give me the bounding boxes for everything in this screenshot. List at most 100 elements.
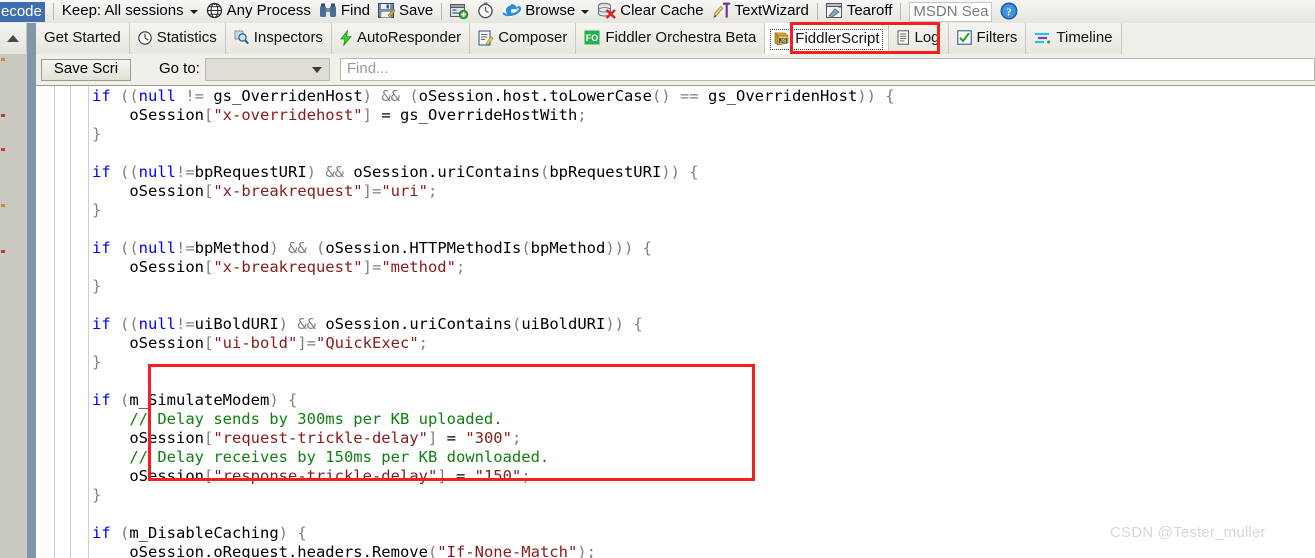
code-token: "x-breakrequest" xyxy=(213,182,363,200)
script-editor[interactable]: if ((null != gs_OverridenHost) && (oSess… xyxy=(36,85,1315,558)
code-line: } xyxy=(90,486,1315,505)
code-token: if xyxy=(92,239,111,257)
code-token: oSession xyxy=(92,467,204,485)
editor-gutter-bookmarks[interactable] xyxy=(36,86,55,558)
chevron-down-icon xyxy=(311,66,322,73)
toolbar-save-button[interactable]: Save xyxy=(374,0,437,23)
code-token: "request-trickle-delay" xyxy=(213,429,428,447)
toolbar-textwizard-button[interactable]: TextWizard xyxy=(708,0,813,23)
save-disk-icon xyxy=(378,2,396,19)
left-rail-collapse-button[interactable] xyxy=(0,23,27,54)
toolbar-timer-button[interactable] xyxy=(473,0,498,23)
find-input[interactable]: Find... xyxy=(339,58,1315,81)
code-token: != xyxy=(176,163,195,181)
code-token: (( xyxy=(110,87,139,105)
code-token: oSession.uriContains xyxy=(344,163,540,181)
code-token: (( xyxy=(110,239,139,257)
code-token: if xyxy=(92,391,111,409)
toolbar-browse-button[interactable]: Browse xyxy=(498,0,593,23)
tab-fiddler-orchestra[interactable]: FO Fiddler Orchestra Beta xyxy=(576,23,766,54)
any-process-label: Any Process xyxy=(226,2,311,19)
toolbar-msdn-search[interactable]: MSDN Sea xyxy=(905,0,996,23)
code-token: ; xyxy=(577,106,587,124)
tab-autoresponder[interactable]: AutoResponder xyxy=(331,23,471,54)
code-line: if ((null!=bpMethod) && (oSession.HTTPMe… xyxy=(90,239,1315,258)
code-token: gs_OverridenHost xyxy=(698,87,858,105)
tab-timeline[interactable]: Timeline xyxy=(1026,23,1122,54)
chevron-down-icon[interactable] xyxy=(581,9,590,14)
tab-label: Fiddler Orchestra Beta xyxy=(605,29,757,46)
code-token: "x-breakrequest" xyxy=(213,258,363,276)
code-line: if (m_SimulateModem) { xyxy=(90,391,1315,410)
msdn-search-input[interactable]: MSDN Sea xyxy=(909,1,993,22)
code-token: ] xyxy=(427,429,438,447)
code-token: if xyxy=(92,315,111,333)
code-token: "QuickExec" xyxy=(316,334,419,352)
clock-icon xyxy=(477,2,494,19)
editor-gutter-fold[interactable] xyxy=(56,86,71,558)
tab-get-started[interactable]: Get Started xyxy=(36,23,130,54)
code-token: ) { xyxy=(269,391,298,409)
left-rail-divider xyxy=(27,54,36,558)
editor-gutter-indicators[interactable] xyxy=(72,86,89,558)
code-token: != xyxy=(176,315,195,333)
code-token: (( xyxy=(110,163,139,181)
code-token: ) xyxy=(362,87,382,105)
code-token: )) { xyxy=(605,315,643,333)
tab-label: Timeline xyxy=(1056,29,1113,46)
composer-pencil-icon xyxy=(478,29,494,46)
code-token: "response-trickle-delay" xyxy=(213,467,438,485)
toolbar-decode-button[interactable]: ecode xyxy=(0,0,49,23)
window-plus-icon xyxy=(450,3,469,19)
code-token: ] xyxy=(362,106,372,124)
tab-log[interactable]: Log xyxy=(888,23,949,54)
code-token: == xyxy=(679,87,699,105)
toolbar-stream-button[interactable] xyxy=(446,0,473,23)
statistics-icon xyxy=(137,30,152,45)
code-token: uiBoldURI xyxy=(194,315,279,333)
code-line: oSession.oRequest.headers.Remove("If-Non… xyxy=(90,543,1315,558)
tab-label: FiddlerScript xyxy=(795,29,880,47)
code-token: ( xyxy=(306,239,326,257)
left-rail xyxy=(0,54,36,558)
tab-composer[interactable]: Composer xyxy=(470,23,577,54)
tab-fiddlerscript[interactable]: JS FiddlerScript xyxy=(765,23,889,54)
tab-inspectors[interactable]: Inspectors xyxy=(225,23,332,54)
code-token: [ xyxy=(203,334,214,352)
code-line: oSession["x-breakrequest"]="uri"; xyxy=(90,182,1315,201)
tab-filters[interactable]: Filters xyxy=(948,23,1027,54)
tab-statistics[interactable]: Statistics xyxy=(129,23,226,54)
tab-label: Filters xyxy=(976,29,1018,46)
save-script-button[interactable]: Save Scri xyxy=(41,58,131,81)
goto-dropdown[interactable] xyxy=(204,58,330,81)
code-token: = xyxy=(446,467,475,485)
toolbar-separator xyxy=(52,3,54,20)
code-token: (( xyxy=(110,315,139,333)
rail-tick xyxy=(1,250,5,253)
editor-code-area[interactable]: if ((null != gs_OverridenHost) && (oSess… xyxy=(90,86,1315,558)
toolbar-any-process-button[interactable]: Any Process xyxy=(202,0,315,23)
toolbar-help-button[interactable]: ? xyxy=(996,0,1022,23)
find-label: Find xyxy=(340,2,371,19)
code-token: } xyxy=(92,353,102,371)
toolbar-tearoff-button[interactable]: Tearoff xyxy=(822,0,897,23)
code-token: } xyxy=(92,125,102,143)
toolbar-clear-cache-button[interactable]: Clear Cache xyxy=(593,0,707,23)
chevron-up-icon xyxy=(7,35,19,42)
tab-label: Statistics xyxy=(156,29,217,46)
toolbar-keep-sessions-dropdown[interactable]: Keep: All sessions xyxy=(58,0,202,23)
tearoff-icon xyxy=(825,2,843,19)
main-toolbar: ecode Keep: All sessions Any Process Fin… xyxy=(0,0,1315,23)
tab-label: AutoResponder xyxy=(356,29,462,46)
code-token: gs_OverridenHost xyxy=(204,87,363,105)
code-token: )) { xyxy=(661,163,699,181)
code-token: ] xyxy=(437,467,447,485)
code-token: = gs_OverrideHostWith xyxy=(371,106,578,124)
internet-explorer-icon xyxy=(502,2,522,19)
toolbar-find-button[interactable]: Find xyxy=(315,0,374,23)
code-token: m_DisableCaching xyxy=(129,524,279,542)
orchestra-fo-icon: FO xyxy=(584,30,600,45)
msdn-search-placeholder: MSDN Sea xyxy=(913,3,989,20)
